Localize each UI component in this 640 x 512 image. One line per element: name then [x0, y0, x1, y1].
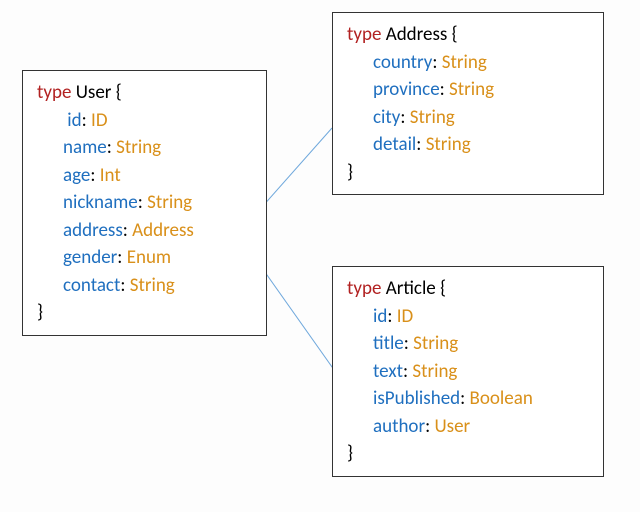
field-row: city: String [347, 104, 593, 132]
field-row: province: String [347, 76, 593, 104]
field-name: nickname [63, 191, 138, 214]
type-box-article: type Article { id: ID title: String text… [332, 266, 604, 477]
field-type: String [147, 191, 192, 214]
field-type: Int [100, 164, 121, 187]
keyword-type: type [347, 23, 381, 46]
close-brace: } [37, 299, 256, 327]
field-name: contact [63, 274, 120, 297]
field-row: text: String [347, 358, 593, 386]
field-name: text [373, 360, 403, 383]
field-name: address [63, 219, 123, 242]
type-box-address: type Address { country: String province:… [332, 12, 604, 195]
field-name: gender [63, 246, 117, 269]
field-row: nickname: String [37, 189, 256, 217]
type-name: User [76, 81, 112, 104]
field-row: country: String [347, 49, 593, 77]
field-type: Boolean [470, 387, 533, 410]
type-box-user: type User { id: ID name: String age: Int… [22, 70, 267, 336]
field-row: gender: Enum [37, 244, 256, 272]
field-type: String [410, 106, 455, 129]
field-name: detail [373, 133, 416, 156]
field-type: String [412, 360, 457, 383]
field-type: Enum [127, 246, 171, 269]
field-type: String [449, 78, 494, 101]
field-row: id: ID [37, 107, 256, 135]
field-row: isPublished: Boolean [347, 385, 593, 413]
field-row: id: ID [347, 303, 593, 331]
field-name: province [373, 78, 440, 101]
field-name: title [373, 332, 404, 355]
field-name: name [63, 136, 107, 159]
type-name: Article [386, 277, 436, 300]
field-name: id [373, 305, 387, 328]
field-type: String [426, 133, 471, 156]
field-row: name: String [37, 134, 256, 162]
field-type: String [116, 136, 161, 159]
type-header: type Address { [347, 21, 593, 49]
field-type: Address [132, 219, 194, 242]
field-name: author [373, 415, 425, 438]
field-name: id [67, 109, 81, 132]
field-type: ID [91, 109, 107, 132]
field-name: age [63, 164, 90, 187]
field-type: ID [397, 305, 413, 328]
field-name: city [373, 106, 400, 129]
keyword-type: type [347, 277, 381, 300]
field-name: isPublished [373, 387, 460, 410]
open-brace: { [440, 277, 446, 300]
field-row: detail: String [347, 131, 593, 159]
field-type: String [413, 332, 458, 355]
field-row: address: Address [37, 217, 256, 245]
close-brace: } [347, 159, 593, 187]
field-row: contact: String [37, 272, 256, 300]
open-brace: { [452, 23, 458, 46]
field-row: age: Int [37, 162, 256, 190]
field-name: country [373, 51, 432, 74]
field-type: User [434, 415, 470, 438]
type-header: type User { [37, 79, 256, 107]
field-row: title: String [347, 330, 593, 358]
type-name: Address [386, 23, 448, 46]
open-brace: { [116, 81, 122, 104]
field-type: String [130, 274, 175, 297]
close-brace: } [347, 440, 593, 468]
keyword-type: type [37, 81, 71, 104]
type-header: type Article { [347, 275, 593, 303]
field-type: String [442, 51, 487, 74]
field-row: author: User [347, 413, 593, 441]
